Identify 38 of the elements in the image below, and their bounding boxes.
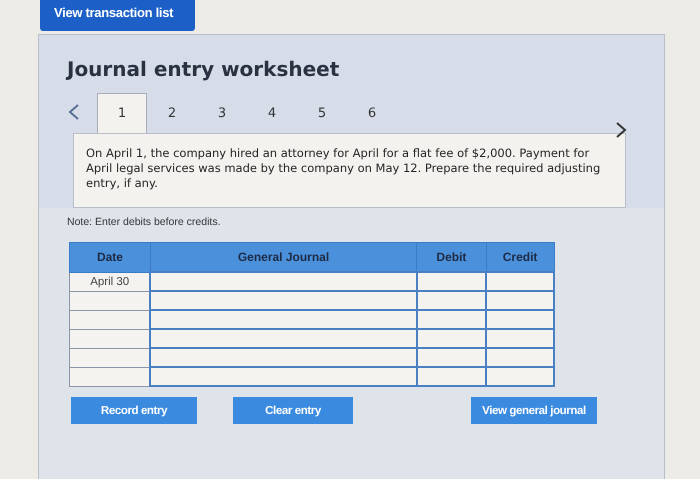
step-tab[interactable]: 3	[197, 93, 247, 133]
account-input[interactable]	[150, 272, 417, 291]
note-text: Note: Enter debits before credits.	[67, 216, 222, 228]
step-tab[interactable]: 5	[297, 93, 347, 133]
step-tab[interactable]: 1	[97, 93, 147, 133]
next-icon[interactable]	[614, 121, 628, 139]
step-tab[interactable]: 6	[347, 93, 397, 133]
debit-input[interactable]	[416, 367, 486, 386]
account-input[interactable]	[150, 329, 417, 348]
account-input[interactable]	[150, 310, 417, 329]
worksheet-title: Journal entry worksheet	[67, 57, 340, 81]
debit-input[interactable]	[416, 272, 486, 291]
date-cell: April 30	[70, 272, 150, 291]
account-input[interactable]	[150, 291, 417, 310]
step-tab[interactable]: 2	[147, 93, 197, 133]
account-input[interactable]	[150, 367, 417, 386]
debit-input[interactable]	[416, 329, 486, 348]
column-header: Credit	[486, 242, 554, 272]
credit-input[interactable]	[486, 291, 554, 310]
column-header: Debit	[416, 242, 486, 272]
view-transaction-list-button[interactable]: View transaction list	[40, 0, 195, 31]
credit-input[interactable]	[486, 367, 554, 386]
column-header: General Journal	[150, 242, 417, 272]
debit-input[interactable]	[416, 310, 486, 329]
debit-input[interactable]	[416, 291, 486, 310]
account-input[interactable]	[150, 348, 417, 367]
column-header: Date	[70, 242, 150, 272]
action-button[interactable]: View general journal	[471, 397, 597, 424]
question-text: On April 1, the company hired an attorney for April for a flat fee of $2,000. Payment for April legal services was made by the company on May 12. Prepare the required adjusting entry, if any.	[73, 133, 626, 208]
previous-icon[interactable]	[67, 103, 81, 121]
action-button[interactable]: Record entry	[71, 397, 197, 424]
credit-input[interactable]	[486, 329, 554, 348]
credit-input[interactable]	[486, 348, 554, 367]
credit-input[interactable]	[486, 310, 554, 329]
credit-input[interactable]	[486, 272, 554, 291]
debit-input[interactable]	[416, 348, 486, 367]
step-tab[interactable]: 4	[247, 93, 297, 133]
action-button[interactable]: Clear entry	[233, 397, 353, 424]
